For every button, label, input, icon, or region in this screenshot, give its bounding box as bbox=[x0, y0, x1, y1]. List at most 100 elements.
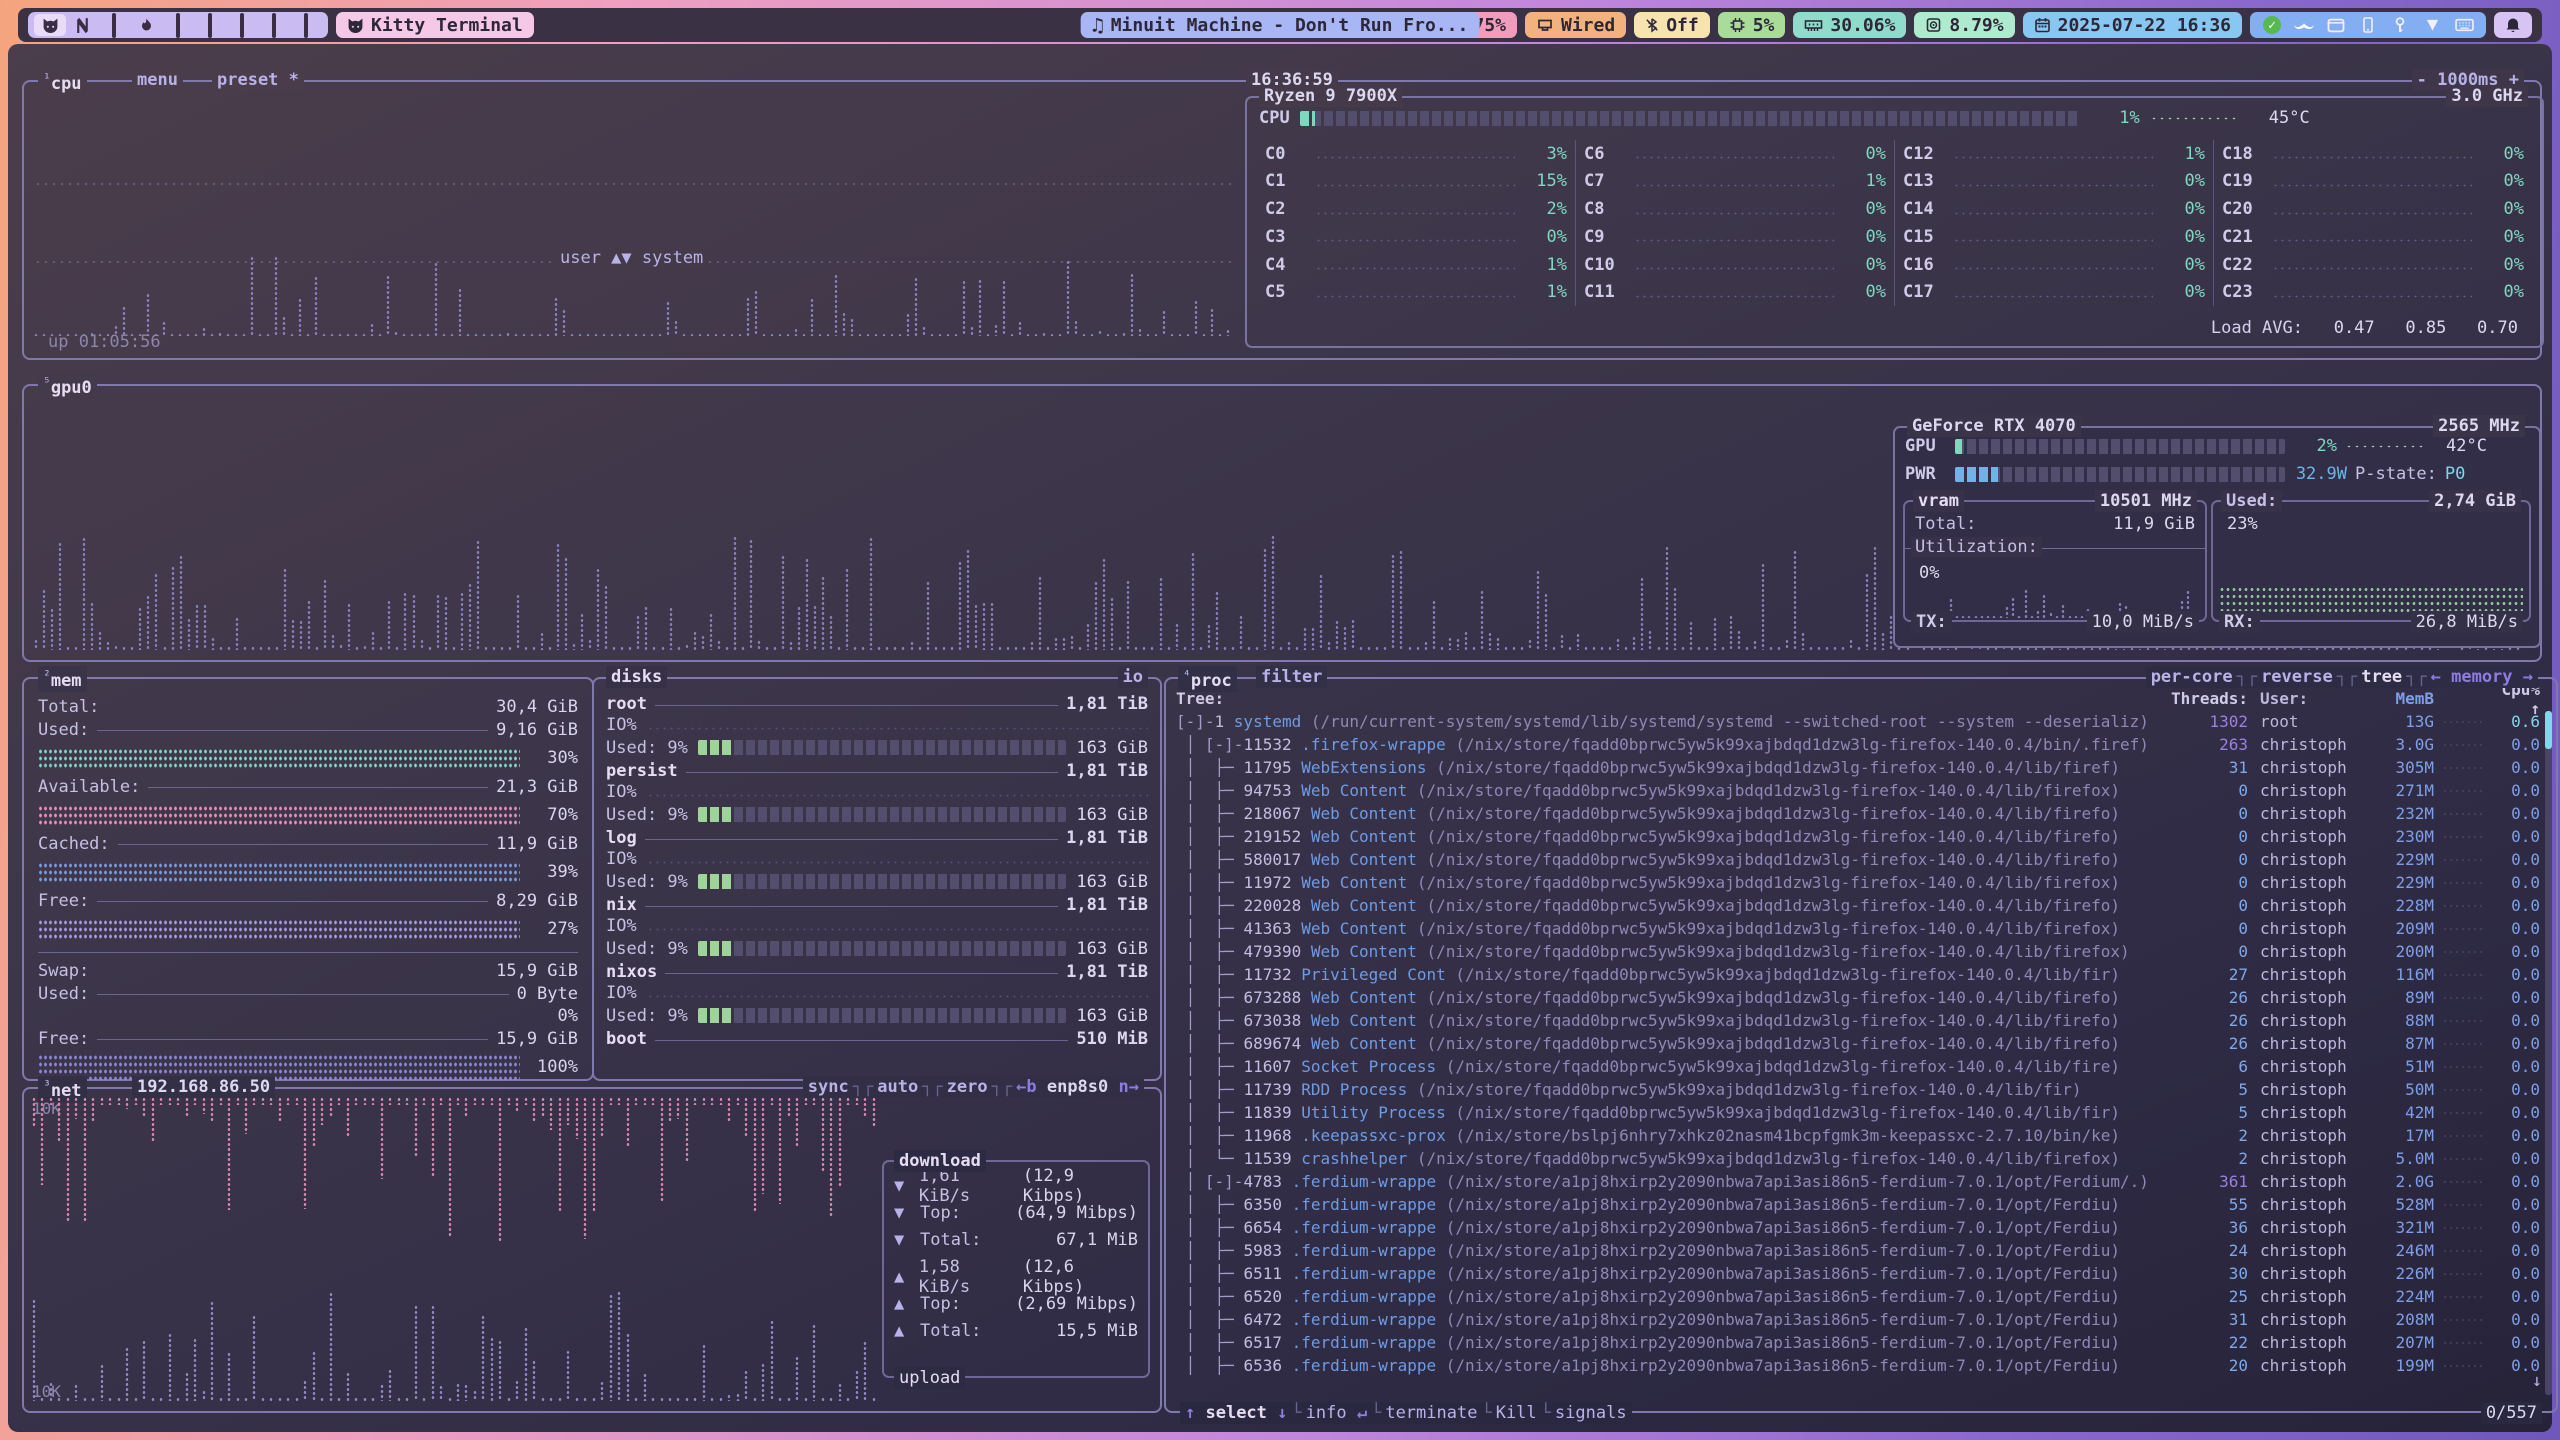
process-row[interactable]: │ ├─ 6472 .ferdium-wrappe (/nix/store/a1… bbox=[1166, 1308, 2556, 1331]
reverse-toggle[interactable]: reverse bbox=[2261, 667, 2333, 687]
action-terminate[interactable]: terminate bbox=[1385, 1403, 1477, 1423]
action-signals[interactable]: signals bbox=[1555, 1403, 1627, 1423]
filter-button[interactable]: filter bbox=[1256, 666, 1327, 688]
sync-button[interactable]: sync bbox=[808, 1077, 849, 1097]
process-row[interactable]: │ ├─ 94753 Web Content (/nix/store/fqadd… bbox=[1166, 779, 2556, 802]
process-row[interactable]: │ ├─ 6654 .ferdium-wrappe (/nix/store/a1… bbox=[1166, 1216, 2556, 1239]
process-user: christoph bbox=[2248, 988, 2376, 1007]
workspace-1[interactable] bbox=[34, 14, 66, 36]
process-row[interactable]: │ ├─ 11968 .keepassxc-prox (/nix/store/b… bbox=[1166, 1124, 2556, 1147]
preset-button[interactable]: preset * bbox=[212, 69, 304, 91]
workspace-4[interactable] bbox=[130, 14, 162, 36]
process-threads: 26 bbox=[2164, 1011, 2248, 1030]
direction-arrow-icon: ▼ bbox=[894, 1230, 912, 1250]
music-widget[interactable]: ♫ Minuit Machine - Don't Run Fro... bbox=[1081, 12, 1480, 38]
disk-size: 1,81 TiB bbox=[1066, 895, 1148, 915]
process-pid: 1 bbox=[1215, 712, 1234, 731]
module-clock[interactable]: 2025-07-22 16:36 bbox=[2023, 12, 2242, 38]
process-memory-graph bbox=[2434, 835, 2486, 839]
process-row[interactable]: │ ├─ 6511 .ferdium-wrappe (/nix/store/a1… bbox=[1166, 1262, 2556, 1285]
rx-label: RX: bbox=[2219, 611, 2260, 633]
process-row[interactable]: │ ├─ 6350 .ferdium-wrappe (/nix/store/a1… bbox=[1166, 1193, 2556, 1216]
process-row[interactable]: │ ├─ 479390 Web Content (/nix/store/fqad… bbox=[1166, 940, 2556, 963]
iface-next-key[interactable]: n→ bbox=[1119, 1077, 1139, 1097]
tree-toggle[interactable]: tree bbox=[2361, 667, 2402, 687]
workspaces[interactable] bbox=[28, 12, 328, 38]
action-select[interactable]: ↑ select ↓ bbox=[1185, 1403, 1287, 1423]
process-tree-cell: │ ├─ 6511 .ferdium-wrappe (/nix/store/a1… bbox=[1176, 1264, 2164, 1283]
process-memory-graph bbox=[2434, 1088, 2486, 1092]
process-row[interactable]: │ ├─ 673038 Web Content (/nix/store/fqad… bbox=[1166, 1009, 2556, 1032]
module-network[interactable]: Wired bbox=[1525, 12, 1626, 38]
process-cpu: 0.0 bbox=[2486, 1264, 2540, 1283]
action-info[interactable]: info ↵ bbox=[1306, 1403, 1367, 1423]
disk-size: 1,81 TiB bbox=[1066, 761, 1148, 781]
module-bluetooth[interactable]: Off bbox=[1634, 12, 1710, 38]
module-disk[interactable]: 8.79% bbox=[1914, 12, 2014, 38]
process-row[interactable]: │ ├─ 41363 Web Content (/nix/store/fqadd… bbox=[1166, 917, 2556, 940]
disk-list: root1,81 TiBIO%Used: 9%163 GiBpersist1,8… bbox=[594, 679, 1160, 1050]
process-list: [-]-1 systemd (/run/current-system/syste… bbox=[1166, 710, 2556, 1377]
workspace-9[interactable] bbox=[290, 14, 322, 36]
process-row[interactable]: │ ├─ 5983 .ferdium-wrappe (/nix/store/a1… bbox=[1166, 1239, 2556, 1262]
process-name: .ferdium-wrappe bbox=[1292, 1310, 1446, 1329]
process-row[interactable]: [-]-1 systemd (/run/current-system/syste… bbox=[1166, 710, 2556, 733]
keyboard-icon[interactable] bbox=[2453, 18, 2475, 32]
process-row[interactable]: │ [-]-11532 .firefox-wrappe (/nix/store/… bbox=[1166, 733, 2556, 756]
bluetooth-off-icon bbox=[1645, 17, 1659, 33]
module-memory[interactable]: 30.06% bbox=[1793, 12, 1906, 38]
process-row[interactable]: │ ├─ 218067 Web Content (/nix/store/fqad… bbox=[1166, 802, 2556, 825]
process-tree-cell: │ ├─ 11795 WebExtensions (/nix/store/fqa… bbox=[1176, 758, 2164, 777]
auto-button[interactable]: auto bbox=[877, 1077, 918, 1097]
module-cpu[interactable]: 5% bbox=[1718, 12, 1786, 38]
process-row[interactable]: │ ├─ 11732 Privileged Cont (/nix/store/f… bbox=[1166, 963, 2556, 986]
process-row[interactable]: │ ├─ 6517 .ferdium-wrappe (/nix/store/a1… bbox=[1166, 1331, 2556, 1354]
process-row[interactable]: │ ├─ 6520 .ferdium-wrappe (/nix/store/a1… bbox=[1166, 1285, 2556, 1308]
process-row[interactable]: │ └─ 11539 crashhelper (/nix/store/fqadd… bbox=[1166, 1147, 2556, 1170]
process-row[interactable]: │ ├─ 6536 .ferdium-wrappe (/nix/store/a1… bbox=[1166, 1354, 2556, 1377]
io-mode-button[interactable]: io bbox=[1118, 666, 1148, 688]
shield-icon[interactable] bbox=[2421, 18, 2443, 32]
process-row[interactable]: │ [-]-4783 .ferdium-wrappe (/nix/store/a… bbox=[1166, 1170, 2556, 1193]
action-kill[interactable]: Kill bbox=[1496, 1403, 1537, 1423]
process-row[interactable]: │ ├─ 11739 RDD Process (/nix/store/fqadd… bbox=[1166, 1078, 2556, 1101]
process-row[interactable]: │ ├─ 220028 Web Content (/nix/store/fqad… bbox=[1166, 894, 2556, 917]
sort-selector[interactable]: ← memory → bbox=[2431, 667, 2533, 687]
iface-prev-key[interactable]: ←b bbox=[1016, 1077, 1036, 1097]
zero-button[interactable]: zero bbox=[947, 1077, 988, 1097]
process-threads: 27 bbox=[2164, 965, 2248, 984]
key-icon[interactable] bbox=[2389, 17, 2411, 33]
disk-name: root bbox=[606, 694, 647, 714]
mustache-icon[interactable] bbox=[2293, 18, 2315, 32]
process-row[interactable]: │ ├─ 689674 Web Content (/nix/store/fqad… bbox=[1166, 1032, 2556, 1055]
window-icon[interactable] bbox=[2325, 18, 2347, 33]
process-user: christoph bbox=[2248, 1172, 2376, 1191]
process-row[interactable]: │ ├─ 11972 Web Content (/nix/store/fqadd… bbox=[1166, 871, 2556, 894]
process-cpu: 0.0 bbox=[2486, 850, 2540, 869]
per-core-toggle[interactable]: per-core bbox=[2151, 667, 2233, 687]
workspace-3[interactable] bbox=[98, 14, 130, 36]
workspace-2[interactable] bbox=[66, 14, 98, 36]
process-row[interactable]: │ ├─ 219152 Web Content (/nix/store/fqad… bbox=[1166, 825, 2556, 848]
phone-icon[interactable] bbox=[2357, 17, 2379, 33]
process-threads: 361 bbox=[2164, 1172, 2248, 1191]
check-circle-icon[interactable]: ✓ bbox=[2261, 16, 2283, 34]
disk-name-row: boot510 MiB bbox=[594, 1028, 1160, 1050]
workspace-7[interactable] bbox=[226, 14, 258, 36]
process-cpu: 0.0 bbox=[2486, 965, 2540, 984]
core-history-graph bbox=[1953, 211, 2153, 216]
gpu-util: 0% bbox=[1919, 563, 1939, 583]
process-row[interactable]: │ ├─ 673288 Web Content (/nix/store/fqad… bbox=[1166, 986, 2556, 1009]
workspace-8[interactable] bbox=[258, 14, 290, 36]
menu-button[interactable]: menu bbox=[132, 69, 183, 91]
process-row[interactable]: │ ├─ 11607 Socket Process (/nix/store/fq… bbox=[1166, 1055, 2556, 1078]
process-row[interactable]: │ ├─ 11839 Utility Process (/nix/store/f… bbox=[1166, 1101, 2556, 1124]
workspace-5[interactable] bbox=[162, 14, 194, 36]
process-row[interactable]: │ ├─ 580017 Web Content (/nix/store/fqad… bbox=[1166, 848, 2556, 871]
core-column-4: C180%C190%C200%C210%C220%C230% bbox=[2213, 140, 2532, 306]
process-name: .ferdium-wrappe bbox=[1292, 1333, 1446, 1352]
workspace-6[interactable] bbox=[194, 14, 226, 36]
process-row[interactable]: │ ├─ 11795 WebExtensions (/nix/store/fqa… bbox=[1166, 756, 2556, 779]
notifications-button[interactable] bbox=[2494, 12, 2532, 38]
process-scrollbar[interactable] bbox=[2545, 711, 2552, 1395]
